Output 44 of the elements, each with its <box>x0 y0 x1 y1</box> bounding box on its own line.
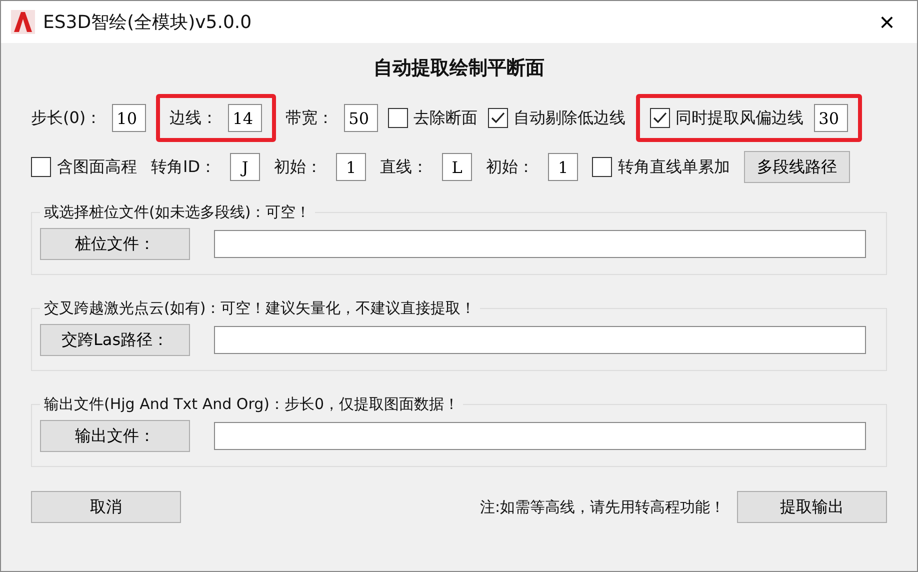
check-icon <box>652 112 667 124</box>
field-label: 带宽： <box>286 108 334 128</box>
checkbox-label: 同时提取风偏边线 <box>676 108 804 128</box>
cancel-button[interactable]: 取消 <box>31 491 181 523</box>
checkbox[interactable] <box>650 108 670 128</box>
field-label: 边线： <box>170 108 218 128</box>
path-field[interactable] <box>214 230 866 258</box>
app-logo-icon <box>11 10 35 34</box>
input-field[interactable]: 14 <box>228 104 262 132</box>
window-title: ES3D智绘(全模块)v5.0.0 <box>43 11 253 34</box>
checkbox-label: 去除断面 <box>414 108 478 128</box>
browse-button[interactable]: 交跨Las路径： <box>40 324 190 356</box>
field-label: 初始： <box>486 156 534 178</box>
input-field[interactable]: 1 <box>336 153 366 181</box>
input-field[interactable]: 1 <box>548 153 578 181</box>
close-button[interactable]: × <box>867 2 907 42</box>
browse-button[interactable]: 桩位文件： <box>40 228 190 260</box>
extract-button[interactable]: 提取输出 <box>737 491 887 523</box>
path-field[interactable] <box>214 422 866 450</box>
polyline-path-button[interactable]: 多段线路径 <box>744 151 850 183</box>
field-label: 直线： <box>380 156 428 178</box>
browse-button[interactable]: 输出文件： <box>40 420 190 452</box>
checkbox-label: 含图面高程 <box>57 156 137 178</box>
input-field[interactable]: 30 <box>814 104 848 132</box>
field-label: 初始： <box>274 156 322 178</box>
input-field[interactable]: 10 <box>112 104 146 132</box>
checkbox[interactable] <box>388 108 408 128</box>
field-label: 步长(0)： <box>31 108 102 128</box>
checkbox[interactable] <box>31 157 51 177</box>
checkbox[interactable] <box>488 108 508 128</box>
path-field[interactable] <box>214 326 866 354</box>
input-field[interactable]: J <box>230 153 260 181</box>
checkbox[interactable] <box>592 157 612 177</box>
note-text: 注:如需等高线，请先用转高程功能！ <box>480 498 725 516</box>
group-title: 或选择桩位文件(如未选多段线)：可空！ <box>43 203 312 222</box>
dialog-heading: 自动提取绘制平断面 <box>372 56 546 81</box>
input-field[interactable]: 50 <box>344 104 378 132</box>
group-title: 输出文件(Hjg And Txt And Org)：步长0，仅提取图面数据！ <box>43 395 460 414</box>
check-icon <box>490 112 505 124</box>
input-field[interactable]: L <box>442 153 472 181</box>
checkbox-label: 自动剔除低边线 <box>514 108 626 128</box>
field-label: 转角ID： <box>151 156 216 178</box>
group-title: 交叉跨越激光点云(如有)：可空！建议矢量化，不建议直接提取！ <box>43 299 477 318</box>
checkbox-label: 转角直线单累加 <box>618 156 730 178</box>
